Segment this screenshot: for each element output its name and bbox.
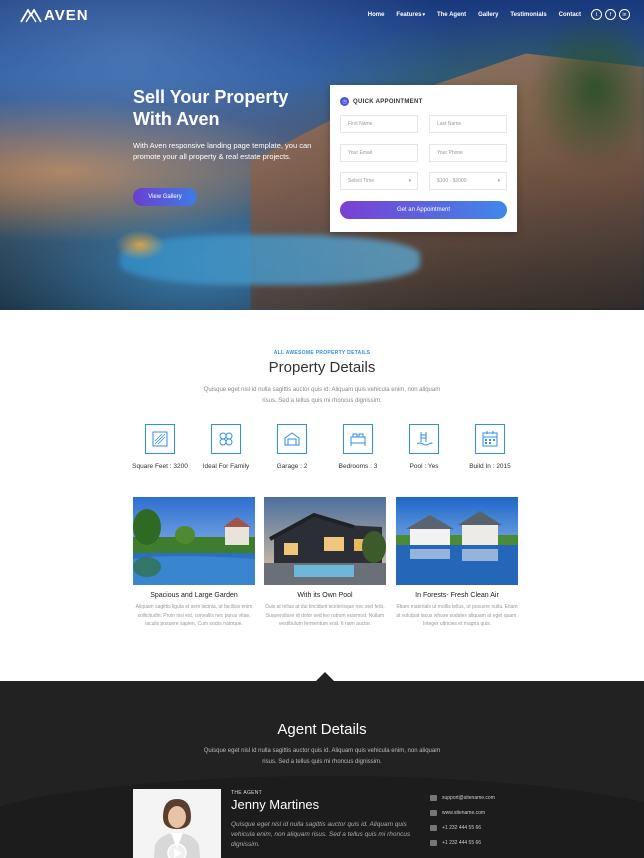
twitter-icon[interactable]: t — [591, 9, 602, 20]
logo-mark-icon — [20, 8, 42, 22]
clock-icon: ◷ — [340, 97, 349, 106]
feature-bedrooms: Bedrooms : 3 — [328, 424, 388, 470]
bed-icon — [343, 424, 373, 454]
email-icon — [430, 795, 437, 801]
contact-phone-2[interactable]: +1 232 444 55 66 — [430, 840, 481, 846]
feature-build-year: Build In : 2015 — [460, 424, 520, 470]
hero-subtitle: With Aven responsive landing page templa… — [133, 141, 312, 161]
agent-quote: Quisque eget nisl id nulla sagittis auct… — [231, 821, 411, 848]
nav-testimonials[interactable]: Testimonials — [510, 12, 546, 18]
agent-kicker: THE AGENT — [231, 790, 263, 796]
feature-garage: Garage : 2 — [262, 424, 322, 470]
agent-section: Agent Details Quisque eget nisl id nulla… — [0, 681, 644, 858]
last-name-field[interactable]: Last Name — [429, 115, 507, 133]
nav-home[interactable]: Home — [368, 12, 385, 18]
agent-description: Quisque eget nisl id nulla sagittis auct… — [203, 748, 441, 765]
brand-logo[interactable]: AVEN — [20, 7, 89, 24]
card-title: In Forests- Fresh Clean Air — [415, 592, 499, 599]
property-card: Spacious and Large Garden Aliquam sagitt… — [133, 497, 255, 629]
agent-avatar — [133, 789, 221, 858]
pool-icon — [409, 424, 439, 454]
phone-icon — [430, 825, 437, 831]
hero-section: AVEN Home Features▾ The Agent Gallery Te… — [0, 0, 644, 310]
get-appointment-button[interactable]: Get an Appointment — [340, 201, 507, 219]
contact-email[interactable]: support@sitename.com — [430, 795, 495, 801]
first-name-field[interactable]: First Name — [340, 115, 418, 133]
calendar-icon — [475, 424, 505, 454]
main-nav: Home Features▾ The Agent Gallery Testimo… — [368, 9, 630, 20]
phone-icon — [430, 840, 437, 846]
view-gallery-button[interactable]: View Gallery — [133, 188, 197, 206]
nav-gallery[interactable]: Gallery — [478, 12, 498, 18]
brand-name: AVEN — [44, 7, 89, 24]
property-card: With its Own Pool Duis at tellus at dui … — [264, 497, 386, 629]
ruler-icon — [145, 424, 175, 454]
card-text: Duis at tellus at dui tincidunt sceleris… — [265, 604, 385, 627]
contact-website[interactable]: www.sitename.com — [430, 810, 485, 816]
email-field[interactable]: Your Email — [340, 144, 418, 162]
nav-contact[interactable]: Contact — [559, 12, 581, 18]
contact-phone[interactable]: +1 232 444 55 66 — [430, 825, 481, 831]
feature-family: Ideal For Family — [196, 424, 256, 470]
lake-house-photo[interactable] — [396, 497, 518, 585]
card-text: Etiam materials ut mollis tellus, ut pos… — [396, 604, 518, 627]
property-title: Property Details — [268, 359, 376, 376]
globe-icon — [430, 810, 437, 816]
property-card: In Forests- Fresh Clean Air Etiam materi… — [396, 497, 518, 629]
property-description: Quisque eget nisl id nulla sagittis auct… — [203, 387, 441, 404]
time-select[interactable]: Select Time ▾ — [340, 172, 418, 190]
appointment-header: ◷ QUICK APPOINTMENT — [340, 97, 423, 106]
agent-title: Agent Details — [277, 721, 367, 738]
section-notch — [316, 672, 334, 681]
agent-name: Jenny Martines — [231, 797, 320, 812]
phone-field[interactable]: Your Phone — [429, 144, 507, 162]
card-text: Aliquam sagittis ligula et sem lacinia, … — [135, 604, 253, 627]
feature-square-feet: Square Feet : 3200 — [130, 424, 190, 470]
nav-the-agent[interactable]: The Agent — [437, 12, 466, 18]
quick-appointment-form: ◷ QUICK APPOINTMENT First Name Last Name… — [330, 85, 517, 232]
feature-pool: Pool : Yes — [394, 424, 454, 470]
property-kicker: ALL AWESOME PROPERTY DETAILS — [273, 350, 371, 356]
garden-photo[interactable] — [133, 497, 255, 585]
pool-house-photo[interactable] — [264, 497, 386, 585]
chevron-down-icon: ▾ — [497, 178, 500, 184]
linkedin-icon[interactable]: in — [619, 9, 630, 20]
social-links: t f in — [591, 9, 630, 20]
nav-features[interactable]: Features▾ — [396, 12, 425, 18]
card-title: With its Own Pool — [297, 592, 353, 599]
facebook-icon[interactable]: f — [605, 9, 616, 20]
chevron-down-icon: ▾ — [408, 178, 411, 184]
chevron-down-icon: ▾ — [422, 11, 425, 18]
card-title: Spacious and Large Garden — [150, 592, 238, 599]
price-select[interactable]: $100 - $2000 ▾ — [429, 172, 507, 190]
hero-title: Sell Your Property With Aven — [133, 87, 289, 129]
garden-icon — [211, 424, 241, 454]
garage-icon — [277, 424, 307, 454]
